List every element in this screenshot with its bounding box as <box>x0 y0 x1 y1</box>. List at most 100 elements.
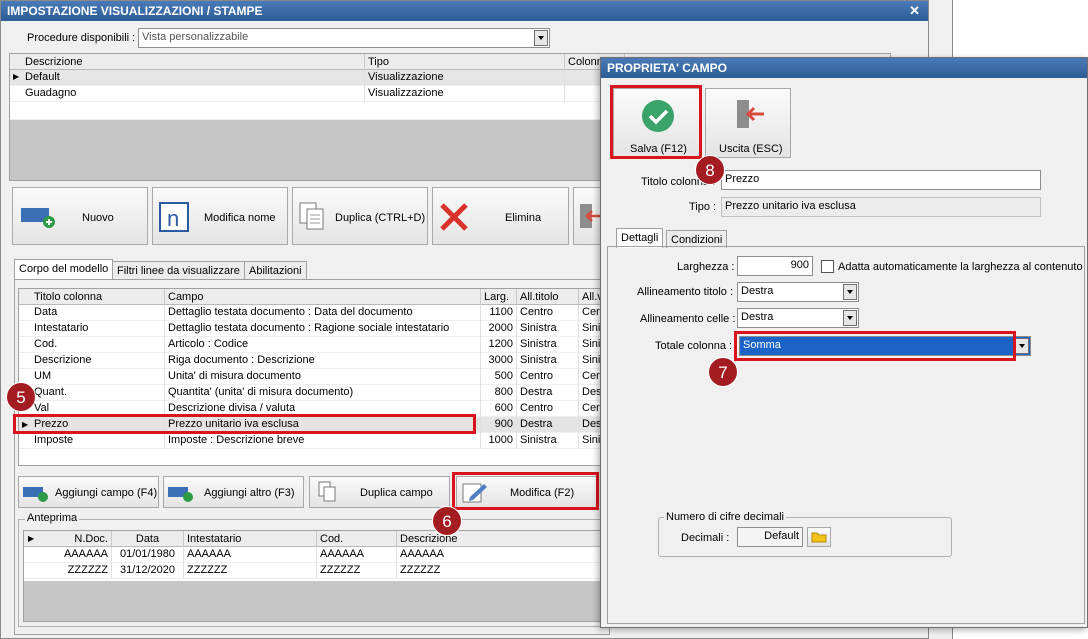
decimali-label: Decimali : <box>681 532 730 544</box>
fields-cell-all: Sinistra <box>517 321 579 337</box>
preview-body: AAAAAA 01/01/1980 AAAAAA AAAAAA AAAAAA Z… <box>24 547 606 581</box>
allineamento-celle-select[interactable]: Destra <box>737 308 859 328</box>
views-cell: Guadagno <box>22 86 365 102</box>
aggiungi-altro-button[interactable]: Aggiungi altro (F3) <box>163 476 304 508</box>
preview-legend: Anteprima <box>25 512 80 524</box>
fields-cell-larg: 600 <box>481 401 517 417</box>
chevron-down-icon[interactable] <box>534 30 548 46</box>
decimali-folder-button[interactable] <box>807 527 831 547</box>
tab-filtri-linee[interactable]: Filtri linee da visualizzare <box>112 261 245 279</box>
tab-abilitazioni[interactable]: Abilitazioni <box>244 261 307 279</box>
chevron-down-icon[interactable] <box>843 310 857 326</box>
fields-cell-all: Sinistra <box>517 337 579 353</box>
views-col-descrizione[interactable]: Descrizione <box>22 54 365 70</box>
tab-dettagli[interactable]: Dettagli <box>616 228 664 248</box>
uscita-button[interactable]: Uscita (ESC) <box>705 88 791 158</box>
fields-cell-titolo: Data <box>31 305 165 321</box>
exit-button[interactable] <box>573 187 603 245</box>
allineamento-titolo-select[interactable]: Destra <box>737 282 859 302</box>
duplicate-icon <box>299 202 324 230</box>
fields-cell-all: Sinistra <box>517 353 579 369</box>
preview-cell: 01/01/1980 <box>112 547 184 563</box>
procedure-select[interactable]: Vista personalizzabile <box>138 28 550 48</box>
folder-icon <box>811 532 827 543</box>
preview-col-ndoc[interactable]: N.Doc. <box>44 531 112 547</box>
highlight-salva-button <box>610 85 702 159</box>
adatta-checkbox[interactable] <box>821 260 834 273</box>
duplicate-field-icon <box>318 481 336 502</box>
table-row[interactable]: Quant. Quantita' (unita' di misura docume… <box>19 385 607 401</box>
fields-cell-larg: 1200 <box>481 337 517 353</box>
duplica-button[interactable]: Duplica (CTRL+D) <box>292 187 428 245</box>
table-row[interactable]: Cod. Articolo : Codice 1200 Sinistra Sinis <box>19 337 607 353</box>
views-col-tipo[interactable]: Tipo <box>365 54 565 70</box>
table-row[interactable]: ZZZZZZ 31/12/2020 ZZZZZZ ZZZZZZ ZZZZZZ <box>24 563 606 579</box>
larghezza-input[interactable]: 900 <box>737 256 813 276</box>
fields-cell-titolo: Intestatario <box>31 321 165 337</box>
views-cell: Visualizzazione <box>365 86 565 102</box>
preview-col-intestatario[interactable]: Intestatario <box>184 531 317 547</box>
table-row[interactable]: AAAAAA 01/01/1980 AAAAAA AAAAAA AAAAAA <box>24 547 606 563</box>
highlight-prezzo-row <box>13 414 476 434</box>
fields-cell-titolo: UM <box>31 369 165 385</box>
table-row[interactable]: UM Unita' di misura documento 500 Centro Cen… <box>19 369 607 385</box>
preview-grid: ▶ N.Doc. Data Intestatario Cod. Descrizi… <box>23 530 606 622</box>
exit-icon <box>737 100 764 128</box>
decimali-input[interactable]: Default <box>737 527 803 547</box>
preview-cell: AAAAAA <box>184 547 317 563</box>
tab-corpo-modello[interactable]: Corpo del modello <box>14 259 114 279</box>
highlight-modifica-button <box>452 472 599 510</box>
highlight-totale-colonna <box>734 331 1016 361</box>
callout-badge-7: 7 <box>708 357 738 387</box>
fields-cell-titolo: Imposte <box>31 433 165 449</box>
dialog-tab-panel <box>607 246 1085 624</box>
elimina-button[interactable]: Elimina <box>432 187 569 245</box>
nuovo-label: Nuovo <box>82 212 114 224</box>
preview-cell: ZZZZZZ <box>44 563 112 579</box>
table-row[interactable]: Data Dettaglio testata documento : Data d… <box>19 305 607 321</box>
preview-cell: 31/12/2020 <box>112 563 184 579</box>
procedure-label: Procedure disponibili : <box>27 32 136 44</box>
fields-col-titolo[interactable]: Titolo colonna <box>31 289 165 305</box>
fields-cell-all: Centro <box>517 369 579 385</box>
fields-col-campo[interactable]: Campo <box>165 289 481 305</box>
fields-col-alltitolo[interactable]: All.titolo <box>517 289 579 305</box>
preview-col-cod[interactable]: Cod. <box>317 531 397 547</box>
chevron-down-icon[interactable] <box>843 284 857 300</box>
fields-cell-titolo: Cod. <box>31 337 165 353</box>
fields-cell-campo: Imposte : Descrizione breve <box>165 433 481 449</box>
titolo-colonna-input[interactable]: Prezzo <box>721 170 1041 190</box>
preview-cell: ZZZZZZ <box>184 563 317 579</box>
aggiungi-campo-label: Aggiungi campo (F4) <box>55 487 158 499</box>
allineamento-celle-label: Allineamento celle : <box>640 313 736 325</box>
rename-icon: n <box>159 202 189 232</box>
table-row[interactable]: Descrizione Riga documento : Descrizione 3… <box>19 353 607 369</box>
duplica-label: Duplica (CTRL+D) <box>335 212 426 224</box>
views-cell: Default <box>22 70 365 86</box>
table-row[interactable]: Imposte Imposte : Descrizione breve 1000 Si… <box>19 433 607 449</box>
fields-cell-larg: 800 <box>481 385 517 401</box>
chevron-down-icon[interactable] <box>1015 338 1029 354</box>
fields-cell-larg: 3000 <box>481 353 517 369</box>
close-icon[interactable]: ✕ <box>909 3 920 19</box>
fields-cell-larg: 2000 <box>481 321 517 337</box>
fields-cell-titolo: Descrizione <box>31 353 165 369</box>
fields-cell-campo: Quantita' (unita' di misura documento) <box>165 385 481 401</box>
modifica-nome-button[interactable]: n Modifica nome <box>152 187 288 245</box>
nuovo-button[interactable]: Nuovo <box>12 187 148 245</box>
larghezza-label: Larghezza : <box>677 261 735 273</box>
preview-col-descrizione[interactable]: Descrizione <box>397 531 606 547</box>
aggiungi-campo-button[interactable]: Aggiungi campo (F4) <box>18 476 159 508</box>
fields-cell-campo: Articolo : Codice <box>165 337 481 353</box>
fields-cell-campo: Unita' di misura documento <box>165 369 481 385</box>
callout-badge-5: 5 <box>6 382 36 412</box>
duplica-campo-label: Duplica campo <box>360 487 433 499</box>
allineamento-celle-value: Destra <box>741 311 774 323</box>
table-row[interactable]: Intestatario Dettaglio testata documento … <box>19 321 607 337</box>
row-pointer-icon: ▶ <box>13 72 20 81</box>
fields-col-larg[interactable]: Larg. <box>481 289 517 305</box>
fields-header: Titolo colonna Campo Larg. All.titolo Al… <box>19 289 607 305</box>
duplica-campo-button[interactable]: Duplica campo <box>309 476 450 508</box>
preview-col-data[interactable]: Data <box>112 531 184 547</box>
adatta-label: Adatta automaticamente la larghezza al c… <box>838 261 1083 273</box>
